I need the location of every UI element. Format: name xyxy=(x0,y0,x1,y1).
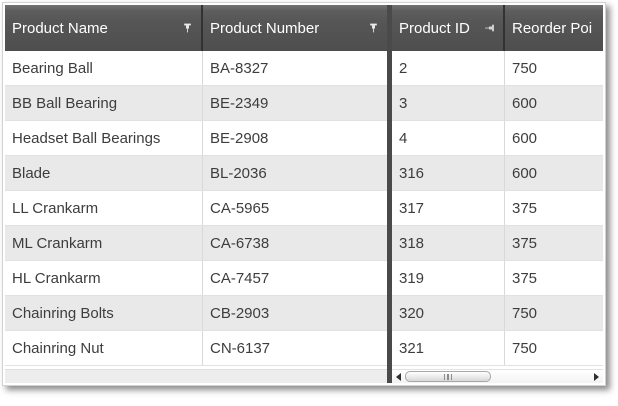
table-row[interactable]: BladeBL-2036 xyxy=(5,156,387,191)
table-row[interactable]: Chainring NutCN-6137 xyxy=(5,331,387,366)
pin-icon[interactable] xyxy=(368,23,379,34)
cell-id[interactable]: 2 xyxy=(392,51,505,85)
table-row[interactable]: 317375 xyxy=(392,191,603,226)
scrollable-columns-pane: Product ID Reorder Poi 27503600460031660… xyxy=(392,5,603,383)
scroll-left-button[interactable] xyxy=(392,370,405,383)
header-row: Product ID Reorder Poi xyxy=(392,5,603,51)
table-row[interactable]: 3600 xyxy=(392,86,603,121)
cell-reorder[interactable]: 750 xyxy=(505,296,603,330)
cell-reorder[interactable]: 750 xyxy=(505,331,603,365)
column-header-product-name[interactable]: Product Name xyxy=(5,5,203,51)
column-header-label: Product Name xyxy=(12,20,108,37)
cell-id[interactable]: 317 xyxy=(392,191,505,225)
frozen-columns-pane: Product Name Product Number xyxy=(5,5,387,383)
cell-number[interactable]: BL-2036 xyxy=(203,156,387,190)
pin-icon[interactable] xyxy=(484,23,495,34)
cell-id[interactable]: 321 xyxy=(392,331,505,365)
cell-name[interactable]: ML Crankarm xyxy=(5,226,203,260)
cell-id[interactable]: 318 xyxy=(392,226,505,260)
cell-name[interactable]: Chainring Nut xyxy=(5,331,203,365)
column-header-product-id[interactable]: Product ID xyxy=(392,5,505,51)
scroll-right-arrow-icon xyxy=(594,373,599,381)
left-bottom-strip xyxy=(5,369,387,383)
column-header-label: Reorder Poi xyxy=(512,20,592,37)
cell-reorder[interactable]: 600 xyxy=(505,156,603,190)
table-row[interactable]: BB Ball BearingBE-2349 xyxy=(5,86,387,121)
cell-name[interactable]: Headset Ball Bearings xyxy=(5,121,203,155)
table-row[interactable]: 319375 xyxy=(392,261,603,296)
table-row[interactable]: 320750 xyxy=(392,296,603,331)
table-row[interactable]: LL CrankarmCA-5965 xyxy=(5,191,387,226)
left-body: Bearing BallBA-8327BB Ball BearingBE-234… xyxy=(5,51,387,366)
cell-number[interactable]: CA-6738 xyxy=(203,226,387,260)
table-row[interactable]: 2750 xyxy=(392,51,603,86)
cell-name[interactable]: HL Crankarm xyxy=(5,261,203,295)
cell-number[interactable]: BE-2349 xyxy=(203,86,387,120)
cell-id[interactable]: 316 xyxy=(392,156,505,190)
cell-number[interactable]: CA-5965 xyxy=(203,191,387,225)
product-data-grid: Product Name Product Number xyxy=(2,2,606,386)
scroll-right-button[interactable] xyxy=(590,370,603,383)
pin-icon[interactable] xyxy=(182,23,193,34)
cell-number[interactable]: CA-7457 xyxy=(203,261,387,295)
table-row[interactable]: 4600 xyxy=(392,121,603,156)
table-row[interactable]: 318375 xyxy=(392,226,603,261)
cell-reorder[interactable]: 375 xyxy=(505,191,603,225)
right-body: 2750360046003166003173753183753193753207… xyxy=(392,51,603,366)
cell-number[interactable]: CB-2903 xyxy=(203,296,387,330)
column-header-product-number[interactable]: Product Number xyxy=(203,5,387,51)
column-header-label: Product ID xyxy=(399,20,470,37)
cell-reorder[interactable]: 600 xyxy=(505,121,603,155)
cell-name[interactable]: Chainring Bolts xyxy=(5,296,203,330)
cell-reorder[interactable]: 600 xyxy=(505,86,603,120)
cell-number[interactable]: BA-8327 xyxy=(203,51,387,85)
scrollbar-track[interactable] xyxy=(405,370,590,383)
cell-name[interactable]: Bearing Ball xyxy=(5,51,203,85)
thumb-grip-icon xyxy=(444,374,453,380)
table-row[interactable]: Headset Ball BearingsBE-2908 xyxy=(5,121,387,156)
table-row[interactable]: Chainring BoltsCB-2903 xyxy=(5,296,387,331)
cell-number[interactable]: BE-2908 xyxy=(203,121,387,155)
column-header-label: Product Number xyxy=(210,20,319,37)
cell-reorder[interactable]: 375 xyxy=(505,261,603,295)
header-row: Product Name Product Number xyxy=(5,5,387,51)
cell-id[interactable]: 3 xyxy=(392,86,505,120)
cell-id[interactable]: 320 xyxy=(392,296,505,330)
cell-reorder[interactable]: 750 xyxy=(505,51,603,85)
column-header-reorder-point[interactable]: Reorder Poi xyxy=(505,5,603,51)
table-row[interactable]: Bearing BallBA-8327 xyxy=(5,51,387,86)
scroll-left-arrow-icon xyxy=(396,373,401,381)
table-row[interactable]: HL CrankarmCA-7457 xyxy=(5,261,387,296)
table-row[interactable]: 316600 xyxy=(392,156,603,191)
cell-number[interactable]: CN-6137 xyxy=(203,331,387,365)
scrollbar-thumb[interactable] xyxy=(405,371,491,382)
cell-id[interactable]: 4 xyxy=(392,121,505,155)
cell-name[interactable]: Blade xyxy=(5,156,203,190)
horizontal-scrollbar[interactable] xyxy=(392,369,603,383)
cell-name[interactable]: BB Ball Bearing xyxy=(5,86,203,120)
cell-name[interactable]: LL Crankarm xyxy=(5,191,203,225)
cell-reorder[interactable]: 375 xyxy=(505,226,603,260)
table-row[interactable]: ML CrankarmCA-6738 xyxy=(5,226,387,261)
cell-id[interactable]: 319 xyxy=(392,261,505,295)
table-row[interactable]: 321750 xyxy=(392,331,603,366)
